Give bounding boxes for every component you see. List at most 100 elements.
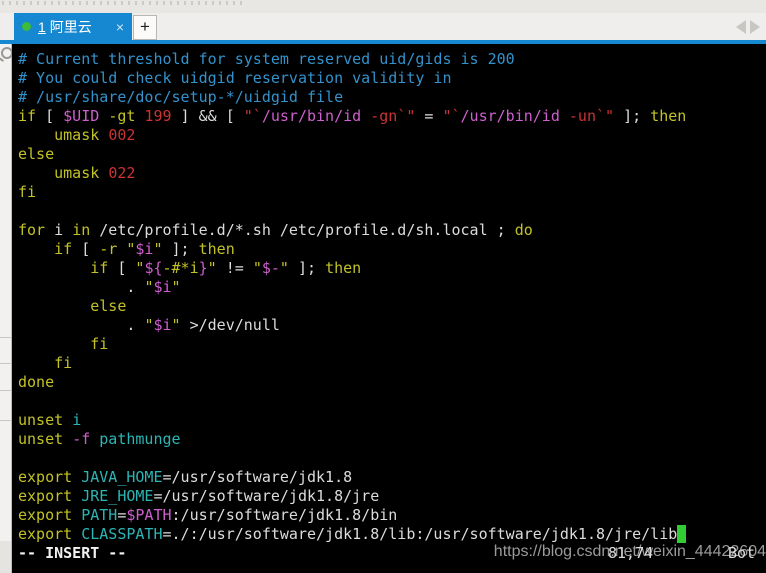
terminal-vim-editor[interactable]: # Current threshold for system reserved … xyxy=(12,44,766,573)
terminal-line: . "$i" xyxy=(18,278,766,297)
terminal-token: unset xyxy=(18,430,64,448)
terminal-token: $PATH xyxy=(126,506,172,524)
terminal-token: /usr/bin/id xyxy=(460,107,560,125)
vim-ruler-scroll: Bot xyxy=(728,544,756,562)
text-cursor xyxy=(677,525,687,543)
terminal-token: "` xyxy=(442,107,461,125)
terminal-line: # /usr/share/doc/setup-*/uidgid file xyxy=(18,88,766,107)
panel-divider xyxy=(0,390,11,391)
terminal-line: if [ -r "$i" ]; then xyxy=(18,240,766,259)
terminal-token: fi xyxy=(90,335,109,353)
terminal-token: >/dev/null xyxy=(180,316,280,334)
new-tab-button[interactable]: + xyxy=(133,15,157,40)
terminal-token: ] && [ xyxy=(171,107,244,125)
terminal-token: " xyxy=(279,259,289,277)
terminal-line: fi xyxy=(18,354,766,373)
terminal-token: export xyxy=(18,506,73,524)
terminal-token: for xyxy=(18,221,46,239)
terminal-token: ]; xyxy=(162,240,199,258)
cropped-toolbar-strip xyxy=(0,0,766,13)
terminal-line: unset -f pathmunge xyxy=(18,430,766,449)
terminal-token: " xyxy=(171,278,181,296)
panel-divider xyxy=(0,337,11,338)
scroll-tabs-right-icon[interactable] xyxy=(750,20,760,34)
terminal-line: export PATH=$PATH:/usr/software/jdk1.8/b… xyxy=(18,506,766,525)
terminal-token: -r xyxy=(99,240,118,258)
terminal-line: export JAVA_HOME=/usr/software/jdk1.8 xyxy=(18,468,766,487)
terminal-token: PATH xyxy=(81,506,118,524)
terminal-token: $i xyxy=(153,278,172,296)
terminal-token: 022 xyxy=(108,164,136,182)
terminal-token: " xyxy=(153,240,163,258)
terminal-line: if [ "${-#*i}" != "$-" ]; then xyxy=(18,259,766,278)
terminal-token: pathmunge xyxy=(99,430,181,448)
terminal-token: =/usr/software/jdk1.8 xyxy=(162,468,353,486)
xshell-window: 1 阿里云 × + # Current threshold for system … xyxy=(0,0,766,573)
terminal-token: CLASSPATH xyxy=(81,525,163,543)
terminal-token: if xyxy=(54,240,73,258)
panel-divider xyxy=(0,363,11,364)
terminal-token: /etc/profile.d/*.sh /etc/profile.d/sh.lo… xyxy=(90,221,515,239)
terminal-token: # /usr/share/doc/setup-*/uidgid file xyxy=(18,88,344,106)
terminal-token: export xyxy=(18,487,73,505)
terminal-token: else xyxy=(90,297,127,315)
terminal-token: -#*i xyxy=(162,259,199,277)
tab-scroll-arrows xyxy=(736,20,760,34)
terminal-token: export xyxy=(18,468,73,486)
terminal-lines: # Current threshold for system reserved … xyxy=(18,50,766,563)
terminal-token: -gt xyxy=(108,107,136,125)
terminal-token: . xyxy=(18,316,145,334)
terminal-token: [ xyxy=(36,107,64,125)
terminal-token: umask xyxy=(54,164,100,182)
terminal-token: if xyxy=(90,259,109,277)
terminal-token: $- xyxy=(261,259,280,277)
terminal-token: "` xyxy=(243,107,262,125)
terminal-token: if xyxy=(18,107,37,125)
terminal-token: i xyxy=(72,411,82,429)
terminal-token: $UID xyxy=(63,107,100,125)
terminal-token: fi xyxy=(54,354,73,372)
scroll-tabs-left-icon[interactable] xyxy=(736,20,746,34)
panel-divider xyxy=(0,420,11,421)
terminal-token: unset xyxy=(18,411,64,429)
tab-aliyun[interactable]: 1 阿里云 × xyxy=(14,13,132,40)
terminal-line: if [ $UID -gt 199 ] && [ "`/usr/bin/id -… xyxy=(18,107,766,126)
terminal-token: } xyxy=(198,259,208,277)
terminal-line: # Current threshold for system reserved … xyxy=(18,50,766,69)
tab-bar: 1 阿里云 × + xyxy=(0,13,766,40)
terminal-token: in xyxy=(72,221,91,239)
terminal-token: $i xyxy=(153,316,172,334)
terminal-token: -- INSERT -- xyxy=(18,544,127,562)
terminal-token: $i xyxy=(135,240,154,258)
terminal-token: ]; xyxy=(614,107,651,125)
terminal-token: umask xyxy=(54,126,100,144)
terminal-line: fi xyxy=(18,335,766,354)
tab-close-icon[interactable]: × xyxy=(116,20,124,34)
tab-label: 1 阿里云 xyxy=(38,17,92,37)
connected-status-dot xyxy=(22,22,31,31)
terminal-token: then xyxy=(198,240,235,258)
terminal-line: unset i xyxy=(18,411,766,430)
terminal-token: [ xyxy=(72,240,100,258)
tab-title: 阿里云 xyxy=(49,18,92,35)
terminal-line: # You could check uidgid reservation val… xyxy=(18,69,766,88)
terminal-token: =/usr/software/jdk1.8/jre xyxy=(153,487,380,505)
